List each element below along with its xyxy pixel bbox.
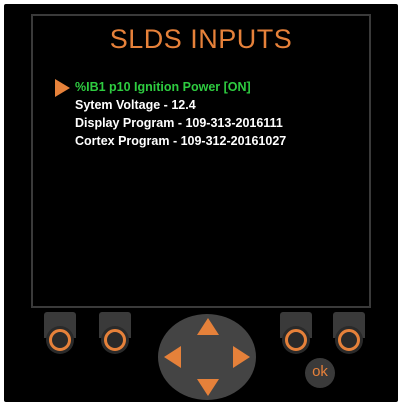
arrow-down-icon[interactable] (197, 379, 219, 396)
list-item-label: Sytem Voltage - 12.4 (75, 98, 196, 112)
arrow-left-icon[interactable] (164, 346, 181, 368)
list-item-label: Display Program - 109-313-2016111 (75, 116, 283, 130)
list-item-label: %IB1 p10 Ignition Power [ON] (75, 80, 251, 94)
ring-icon (46, 326, 74, 354)
softkey-2-button[interactable] (99, 312, 131, 356)
arrow-right-icon[interactable] (233, 346, 250, 368)
list-item[interactable]: %IB1 p10 Ignition Power [ON] (51, 78, 366, 97)
ok-button[interactable]: ok (305, 358, 335, 388)
arrow-up-icon[interactable] (197, 318, 219, 335)
list-item[interactable]: Cortex Program - 109-312-20161027 (51, 132, 366, 150)
triangle-right-icon (55, 79, 70, 97)
display-screen: SLDS INPUTS %IB1 p10 Ignition Power [ON]… (31, 14, 371, 308)
ring-icon (101, 326, 129, 354)
directional-pad (158, 314, 256, 400)
list-item[interactable]: Display Program - 109-313-2016111 (51, 114, 366, 132)
list-item-label: Cortex Program - 109-312-20161027 (75, 134, 287, 148)
softkey-3-button[interactable] (280, 312, 312, 356)
ring-icon (282, 326, 310, 354)
list-item[interactable]: Sytem Voltage - 12.4 (51, 96, 366, 114)
inputs-list: %IB1 p10 Ignition Power [ON] Sytem Volta… (51, 78, 366, 150)
page-title: SLDS INPUTS (109, 24, 293, 54)
softkey-1-button[interactable] (44, 312, 76, 356)
ring-icon (335, 326, 363, 354)
softkey-4-button[interactable] (333, 312, 365, 356)
